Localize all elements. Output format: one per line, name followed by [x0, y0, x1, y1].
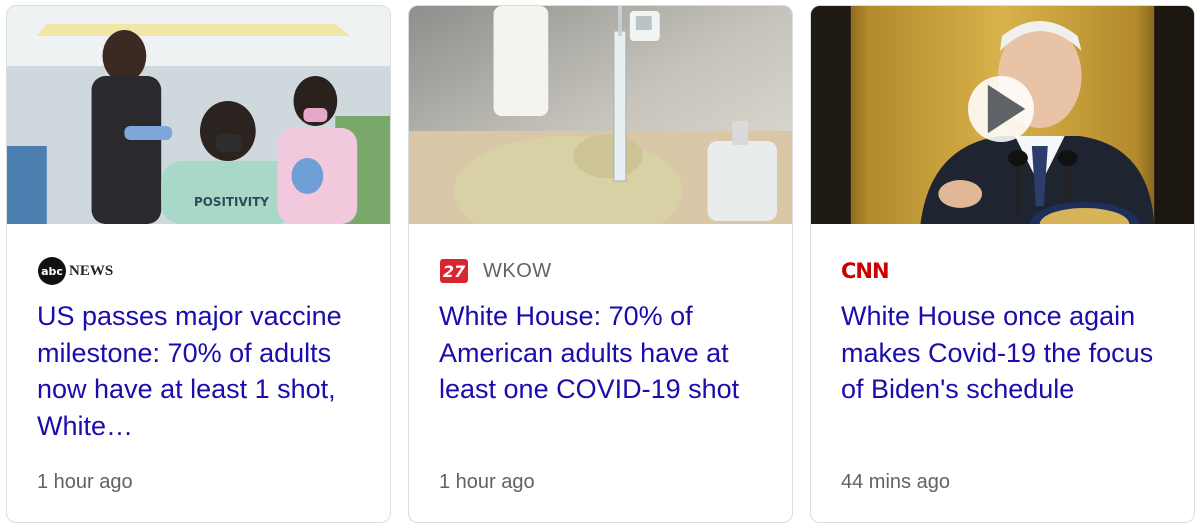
svg-text:abc: abc: [41, 265, 63, 278]
source-name: NEWS: [69, 262, 114, 279]
source-row: abc NEWS: [37, 256, 113, 286]
timestamp: 44 mins ago: [841, 471, 950, 493]
headline-link[interactable]: White House once again makes Covid-19 th…: [841, 298, 1174, 408]
source-row: CNN: [841, 256, 890, 286]
timestamp: 1 hour ago: [439, 471, 535, 493]
play-video-button[interactable]: [968, 76, 1034, 142]
abc-logo-icon: abc: [38, 257, 66, 285]
article-thumbnail[interactable]: [409, 6, 792, 224]
news-card-abc[interactable]: POSITIVITY abc NEWS US passes major vacc…: [6, 5, 391, 523]
headline-link[interactable]: US passes major vaccine milestone: 70% o…: [37, 298, 370, 444]
cnn-logo-icon: CNN: [841, 259, 890, 283]
source-row: 27 WKOW: [439, 256, 552, 286]
svg-text:27: 27: [443, 262, 466, 281]
source-name: WKOW: [483, 259, 552, 282]
vaccination-photo-icon: POSITIVITY: [7, 6, 390, 224]
headline-link[interactable]: White House: 70% of American adults have…: [439, 298, 772, 408]
top-stories-carousel: POSITIVITY abc NEWS US passes major vacc…: [0, 0, 1200, 529]
wkow-27-logo-icon: 27: [440, 259, 468, 283]
news-card-wkow[interactable]: 27 WKOW White House: 70% of American adu…: [408, 5, 793, 523]
article-thumbnail[interactable]: [811, 6, 1194, 224]
article-thumbnail[interactable]: POSITIVITY: [7, 6, 390, 224]
timestamp: 1 hour ago: [37, 471, 133, 493]
play-icon: [987, 84, 1026, 134]
svg-text:POSITIVITY: POSITIVITY: [194, 195, 269, 209]
news-card-cnn[interactable]: CNN White House once again makes Covid-1…: [810, 5, 1195, 523]
syringe-photo-icon: [409, 6, 792, 224]
